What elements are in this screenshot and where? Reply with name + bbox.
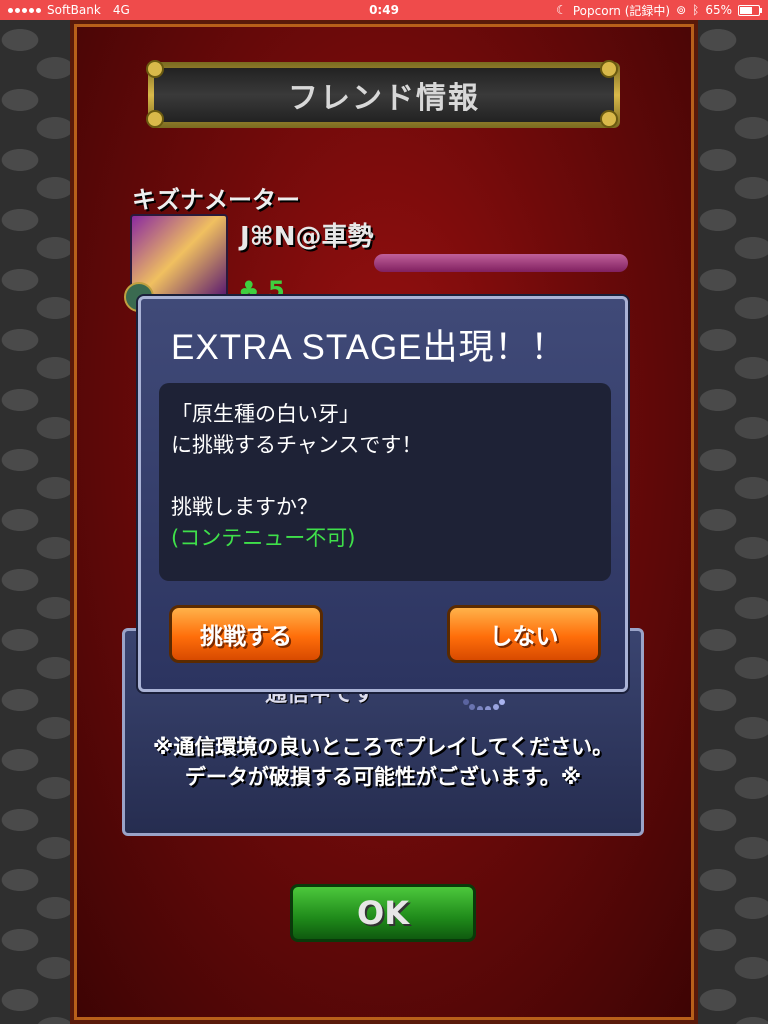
dialog-line-no-continue: (コンテニュー不可): [171, 526, 356, 550]
carrier-label: SoftBank: [47, 3, 101, 17]
dialog-line-stage: 「原生種の白い牙」: [171, 402, 360, 426]
friend-name: J⌘N@車勢: [240, 222, 374, 252]
bolt-icon: [146, 110, 164, 128]
kizuna-meter-label: キズナメーター: [132, 186, 300, 214]
connection-note-line1: ※通信環境の良いところでプレイしてください。: [152, 735, 614, 759]
bolt-icon: [146, 60, 164, 78]
clock: 0:49: [369, 3, 399, 17]
bolt-icon: [600, 110, 618, 128]
dialog-line-chance: に挑戦するチャンスです！: [171, 433, 423, 457]
kizuna-meter-bar: [374, 254, 628, 272]
connection-note-line2: データが破損する可能性がございます。※: [184, 765, 582, 789]
dialog-message: 「原生種の白い牙」 に挑戦するチャンスです！ 挑戦しますか？ (コンテニュー不可…: [159, 383, 611, 581]
ok-button[interactable]: OK: [290, 884, 476, 942]
connection-note: ※通信環境の良いところでプレイしてください。 データが破損する可能性がございます…: [130, 732, 636, 792]
bluetooth-icon: ᛒ: [692, 3, 700, 17]
decline-button[interactable]: しない: [447, 605, 601, 663]
extra-stage-dialog: EXTRA STAGE出現！！ 「原生種の白い牙」 に挑戦するチャンスです！ 挑…: [138, 296, 628, 692]
dialog-line-question: 挑戦しますか？: [171, 495, 318, 519]
signal-strength-icon: [8, 7, 41, 13]
battery-icon: [738, 4, 763, 16]
battery-percent: 65%: [705, 3, 733, 17]
moon-icon: ☾: [556, 3, 567, 17]
dialog-title: EXTRA STAGE出現！！: [171, 328, 567, 367]
page-title: フレンド情報: [288, 81, 480, 116]
challenge-button[interactable]: 挑戦する: [169, 605, 323, 663]
status-bar: SoftBank 4G 0:49 ☾ Popcorn (記録中) ⊚ ᛒ 65%: [0, 0, 768, 20]
header-plate: フレンド情報: [148, 62, 620, 128]
stone-wall-left: [0, 20, 70, 1024]
network-label: 4G: [112, 3, 130, 17]
lock-rotation-icon: ⊚: [676, 3, 687, 17]
recording-status: Popcorn (記録中): [572, 3, 671, 18]
stone-wall-right: [698, 20, 768, 1024]
bolt-icon: [600, 60, 618, 78]
